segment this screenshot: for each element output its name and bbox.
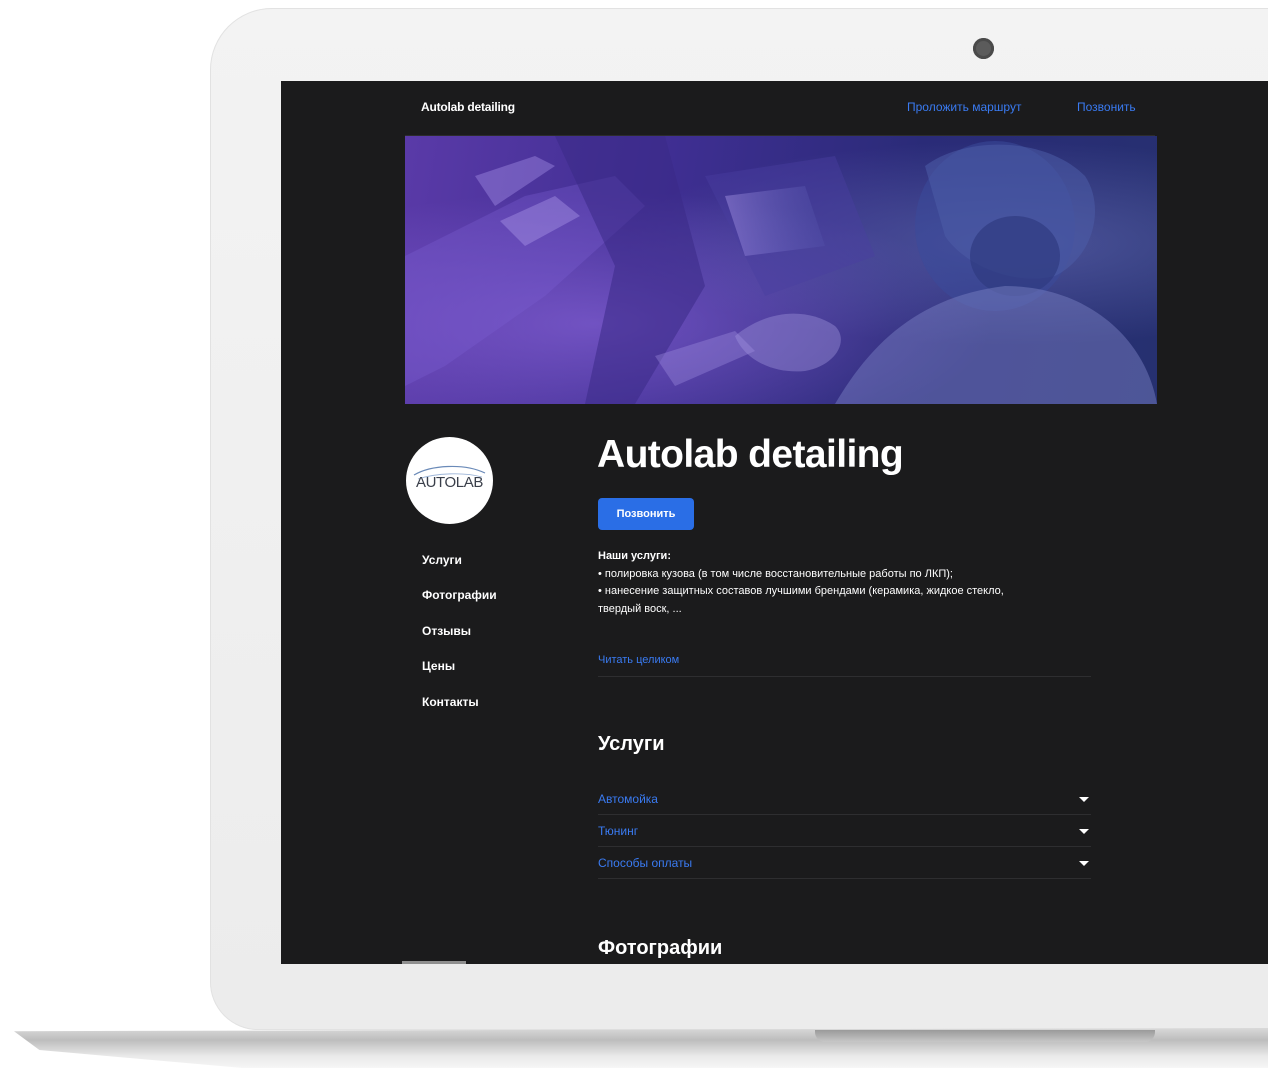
- description: Наши услуги: • полировка кузова (в том ч…: [598, 548, 1078, 618]
- page-title: Autolab detailing: [597, 433, 904, 476]
- sidebar-item-services[interactable]: Услуги: [422, 553, 462, 567]
- site-header: Autolab detailing Проложить маршрут Позв…: [405, 81, 1155, 136]
- accordion-label: Способы оплаты: [598, 856, 693, 870]
- laptop-screen: Autolab detailing Проложить маршрут Позв…: [281, 81, 1268, 964]
- divider: [598, 676, 1091, 677]
- route-link[interactable]: Проложить маршрут: [907, 100, 1021, 114]
- description-line: • нанесение защитных составов лучшими бр…: [598, 585, 1004, 597]
- sidebar-item-photos[interactable]: Фотографии: [422, 588, 497, 602]
- webcam-icon: [973, 38, 994, 59]
- description-line: • полировка кузова (в том числе восстано…: [598, 567, 953, 580]
- divider: [598, 878, 1091, 879]
- sidebar-item-prices[interactable]: Цены: [422, 659, 455, 673]
- accordion-item-tuning[interactable]: Тюнинг: [598, 815, 1091, 847]
- read-more-link[interactable]: Читать целиком: [598, 654, 679, 666]
- accordion-label: Тюнинг: [598, 824, 639, 838]
- laptop-hinge: [815, 1030, 1155, 1042]
- accordion-item-carwash[interactable]: Автомойка: [598, 783, 1091, 815]
- company-logo: AUTOLAB: [406, 437, 493, 524]
- description-line: твердый воск, ...: [598, 602, 682, 615]
- sidebar-item-contacts[interactable]: Контакты: [422, 695, 479, 709]
- call-link[interactable]: Позвонить: [1077, 100, 1136, 114]
- services-heading: Услуги: [598, 733, 665, 755]
- description-line: Наши услуги:: [598, 550, 671, 562]
- photos-heading: Фотографии: [598, 937, 723, 959]
- logo-text: AUTOLAB: [416, 474, 483, 491]
- call-button[interactable]: Позвонить: [598, 498, 694, 530]
- caret-down-icon: [1079, 829, 1089, 834]
- accordion-label: Автомойка: [598, 792, 658, 806]
- scroll-indicator: [402, 961, 466, 964]
- caret-down-icon: [1079, 861, 1089, 866]
- accordion-item-payment[interactable]: Способы оплаты: [598, 847, 1091, 879]
- sidebar-item-reviews[interactable]: Отзывы: [422, 624, 471, 638]
- caret-down-icon: [1079, 797, 1089, 802]
- brand-name[interactable]: Autolab detailing: [421, 100, 515, 114]
- hero-image: [405, 136, 1157, 404]
